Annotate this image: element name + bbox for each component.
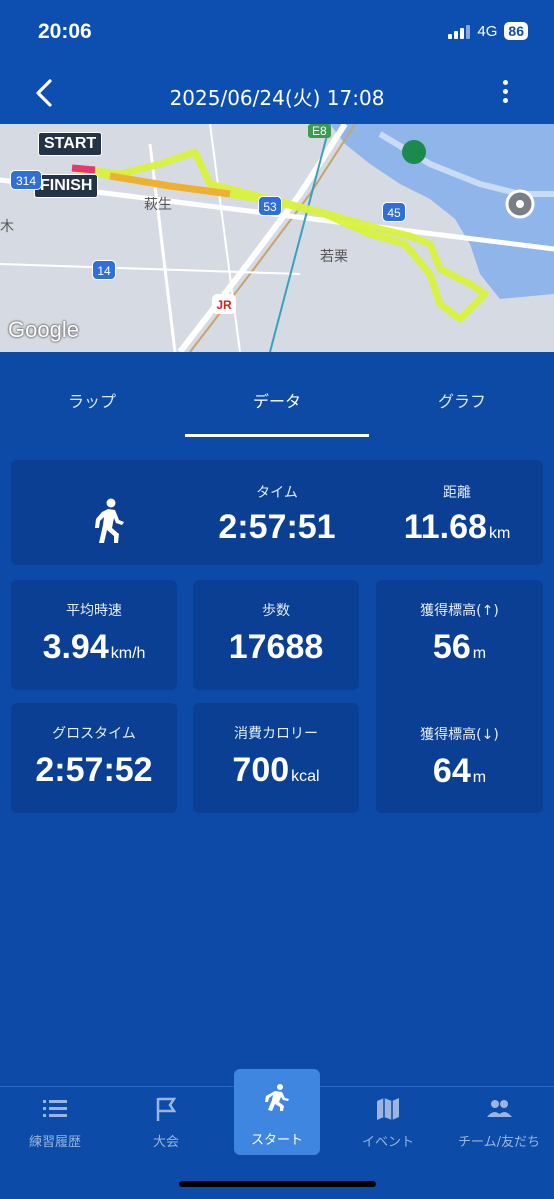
road-badge-53: 53 — [258, 196, 282, 216]
network-type: 4G — [477, 22, 498, 40]
walker-icon — [95, 498, 124, 543]
calories-card: 消費カロリー 700 kcal — [193, 703, 359, 813]
elev-loss-value: 64 m — [432, 752, 487, 790]
start-marker[interactable]: START — [38, 132, 103, 156]
gross-time-label: グロスタイム — [52, 726, 136, 742]
nav-events[interactable]: イベント — [333, 1087, 443, 1177]
steps-value: 17688 — [228, 628, 324, 666]
gross-time-value: 2:57:52 — [35, 751, 153, 789]
tab-data[interactable]: データ — [185, 388, 369, 412]
time-label: タイム — [256, 485, 298, 501]
map-icon — [377, 1098, 399, 1120]
people-icon — [487, 1100, 512, 1117]
steps-label: 歩数 — [262, 603, 290, 619]
calories-label: 消費カロリー — [234, 726, 318, 742]
page-title: 2025/06/24(火) 17:08 — [169, 86, 385, 110]
nav-start[interactable]: スタート — [234, 1069, 320, 1155]
status-bar: 20:06 4G 86 — [0, 0, 554, 62]
tab-active-indicator — [185, 434, 369, 437]
elev-loss-label: 獲得標高(↓) — [420, 727, 499, 743]
nav-races-label: 大会 — [152, 1135, 179, 1150]
more-options-button[interactable] — [498, 80, 512, 108]
avg-speed-label: 平均時速 — [66, 603, 122, 619]
runner-icon — [265, 1084, 289, 1111]
elev-gain-label: 獲得標高(↑) — [420, 603, 499, 619]
place-label-wakaguri: 若栗 — [320, 249, 348, 265]
more-vertical-icon — [502, 80, 508, 85]
status-indicators: 4G 86 — [448, 22, 528, 40]
steps-card: 歩数 17688 — [193, 580, 359, 690]
nav-team[interactable]: チーム/友だち — [444, 1087, 554, 1177]
avg-speed-card: 平均時速 3.94 km/h — [11, 580, 177, 690]
avg-speed-value: 3.94 km/h — [42, 628, 146, 666]
finish-marker[interactable]: FINISH — [34, 174, 99, 198]
distance-value: 11.68 km — [403, 508, 511, 546]
elev-gain-value: 56 m — [432, 628, 487, 666]
calories-value: 700 kcal — [232, 751, 320, 789]
distance-label: 距離 — [443, 485, 471, 501]
time-value: 2:57:51 — [218, 508, 336, 546]
road-badge-14: 14 — [92, 260, 116, 280]
tab-laps[interactable]: ラップ — [0, 388, 184, 412]
home-indicator — [179, 1181, 376, 1187]
gross-time-card: グロスタイム 2:57:52 — [11, 703, 177, 813]
nav-history-label: 練習履歴 — [28, 1135, 81, 1150]
google-logo: Google — [8, 317, 79, 342]
road-badge-314: 314 — [10, 170, 42, 190]
header-bar: 2025/06/24(火) 17:08 — [0, 62, 554, 124]
tab-graph[interactable]: グラフ — [370, 388, 554, 412]
elevation-card: 獲得標高(↑) 56 m 獲得標高(↓) 64 m — [376, 580, 543, 813]
road-badge-45: 45 — [382, 202, 406, 222]
battery-icon: 86 — [504, 22, 528, 40]
route-map[interactable]: START FINISH 314 53 45 14 E8 萩生 若栗 木 JR … — [0, 124, 554, 352]
signal-icon — [448, 23, 471, 39]
app-header-area: 20:06 4G 86 2025/06/24(火) 17:08 — [0, 0, 554, 124]
place-label-partial: 木 — [0, 219, 14, 235]
tab-bar: ラップ データ グラフ — [0, 352, 554, 442]
list-icon — [43, 1100, 67, 1117]
expressway-badge: E8 — [308, 124, 331, 138]
nav-races[interactable]: 大会 — [111, 1087, 221, 1177]
flag-icon — [156, 1097, 177, 1121]
nav-history[interactable]: 練習履歴 — [0, 1087, 110, 1177]
status-time: 20:06 — [38, 20, 92, 43]
jr-station-badge: JR — [212, 294, 236, 314]
nav-team-label: チーム/友だち — [458, 1135, 540, 1150]
nav-start-label: スタート — [250, 1133, 303, 1148]
nav-events-label: イベント — [361, 1135, 414, 1150]
map-canvas — [0, 124, 554, 352]
place-label-hagyu: 萩生 — [144, 197, 172, 213]
summary-card: タイム 2:57:51 距離 11.68 km — [11, 460, 543, 565]
